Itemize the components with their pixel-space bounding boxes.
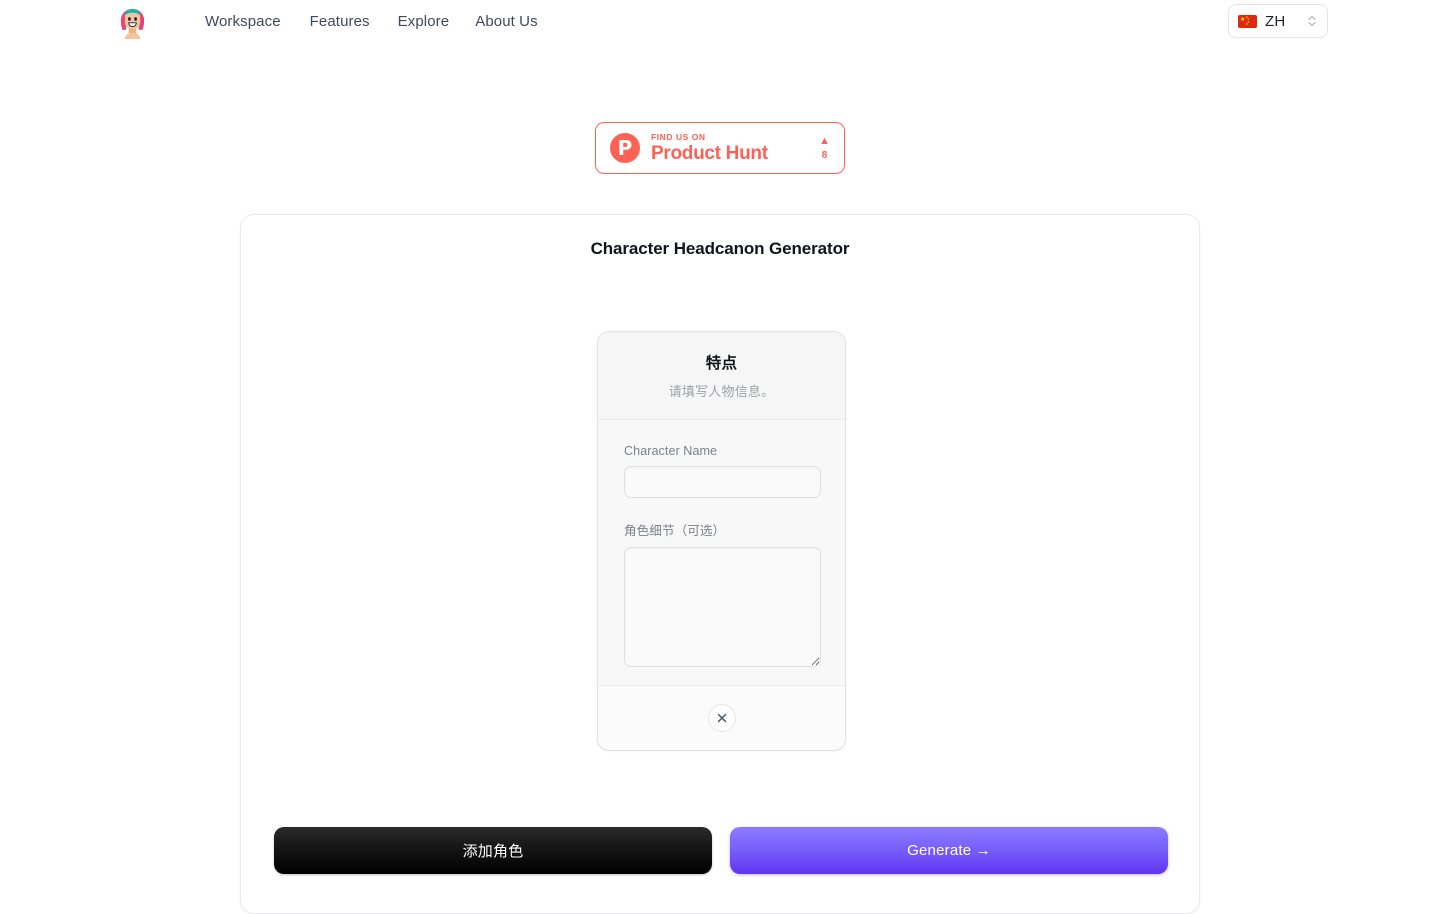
nav-link-explore[interactable]: Explore	[398, 13, 476, 30]
product-hunt-badge[interactable]: P FIND US ON Product Hunt ▲ 8	[595, 122, 845, 174]
form-card-body: Character Name 角色细节（可选）	[598, 420, 845, 667]
form-card-footer	[598, 685, 845, 750]
add-character-button[interactable]: 添加角色	[274, 827, 712, 874]
upvote-arrow-icon: ▲	[819, 134, 830, 147]
character-name-input[interactable]	[624, 466, 821, 498]
top-navbar: Workspace Features Explore About Us ★ ★ ★ ★…	[0, 0, 1440, 42]
upvote-count: 8	[821, 149, 828, 161]
field-spacer	[624, 498, 819, 520]
main-card: Character Headcanon Generator 特点 请填写人物信息…	[240, 214, 1200, 914]
language-selector[interactable]: ★ ★ ★ ★ ★ ZH	[1228, 4, 1328, 38]
flag-cn-icon: ★ ★ ★ ★ ★	[1238, 14, 1257, 28]
generate-button[interactable]: Generate →	[730, 827, 1168, 874]
form-card-subheading: 请填写人物信息。	[668, 384, 775, 399]
close-x-icon-button[interactable]	[707, 704, 736, 732]
product-hunt-logo-icon: P	[610, 133, 640, 163]
avatar-logo-icon[interactable]	[114, 2, 151, 39]
character-name-label: Character Name	[624, 444, 718, 458]
product-hunt-kicker: FIND US ON	[651, 132, 706, 143]
nav-link-workspace[interactable]: Workspace	[205, 13, 310, 30]
form-card-header: 特点 请填写人物信息。	[598, 332, 845, 420]
nav-link-about-us[interactable]: About Us	[475, 13, 538, 30]
character-details-textarea[interactable]	[624, 547, 821, 667]
nav-links: Workspace Features Explore About Us	[205, 0, 538, 42]
action-buttons: 添加角色 Generate →	[274, 827, 1168, 874]
language-code: ZH	[1265, 12, 1286, 30]
character-details-label: 角色细节（可选）	[624, 524, 726, 538]
chevron-updown-icon	[1306, 12, 1318, 30]
nav-link-features[interactable]: Features	[310, 13, 398, 30]
product-hunt-name: Product Hunt	[651, 142, 768, 164]
page-title: Character Headcanon Generator	[590, 239, 850, 258]
form-card-heading: 特点	[705, 355, 738, 372]
product-hunt-text: FIND US ON Product Hunt	[651, 133, 768, 163]
product-hunt-upvotes[interactable]: ▲ 8	[819, 134, 830, 161]
close-x-icon	[716, 712, 728, 724]
character-form-card: 特点 请填写人物信息。 Character Name 角色细节（可选）	[597, 331, 846, 751]
